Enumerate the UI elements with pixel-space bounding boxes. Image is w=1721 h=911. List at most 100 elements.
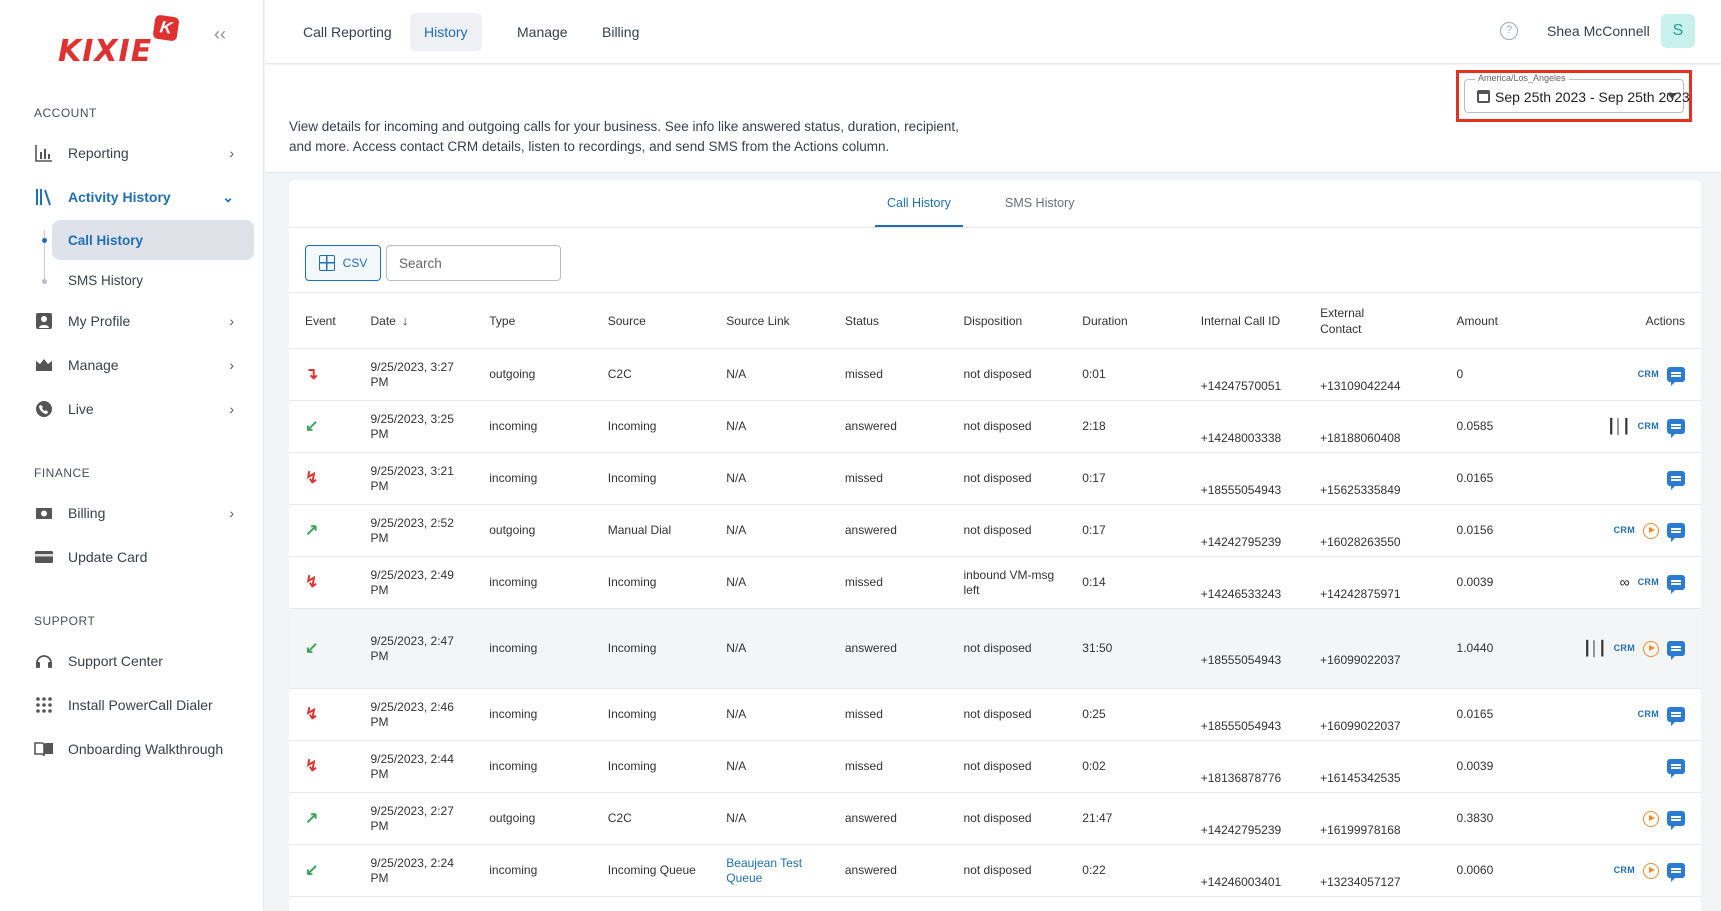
sidebar-item-install-powercall[interactable]: Install PowerCall Dialer: [34, 690, 234, 720]
search-input[interactable]: [386, 245, 561, 281]
source-link-cell: N/A: [710, 608, 829, 689]
send-sms-icon[interactable]: [1667, 759, 1685, 779]
send-sms-icon[interactable]: [1667, 575, 1685, 595]
play-recording-icon[interactable]: [1643, 862, 1659, 879]
internal-cell: +14247570051: [1184, 348, 1305, 401]
sidebar-item-billing[interactable]: Billing ›: [34, 498, 234, 528]
crm-button[interactable]: CRM: [1638, 367, 1659, 382]
send-sms-icon[interactable]: [1667, 641, 1685, 660]
table-row[interactable]: ↯ 9/25/2023, 3:21 PM incoming Incoming N/A mi…: [289, 452, 1701, 505]
sidebar-item-update-card[interactable]: Update Card: [34, 542, 234, 572]
disposition-cell: not disposed: [947, 844, 1067, 897]
send-sms-icon[interactable]: [1667, 419, 1685, 439]
crm-button[interactable]: CRM: [1614, 523, 1635, 538]
sidebar-item-manage[interactable]: Manage ›: [34, 350, 234, 380]
actions-cell: CRM: [1558, 688, 1701, 741]
tab-billing[interactable]: Billing: [588, 13, 653, 51]
col-date[interactable]: Date ↓: [354, 292, 474, 349]
amount-cell: 1.0440: [1440, 608, 1559, 689]
sidebar-item-reporting[interactable]: Reporting ›: [34, 138, 234, 168]
sidebar-item-live[interactable]: Live ›: [34, 394, 234, 424]
tab-history[interactable]: History: [410, 13, 482, 51]
source-link-cell[interactable]: Beaujean Test Queue: [710, 844, 829, 897]
sidebar-item-my-profile[interactable]: My Profile ›: [34, 306, 234, 336]
live-phone-icon: [34, 399, 54, 419]
table-row[interactable]: ↗ 9/25/2023, 2:52 PM outgoing Manual Dial N/…: [289, 504, 1701, 557]
external-cell: +18188060408: [1304, 400, 1441, 453]
table-row[interactable]: ↗ 9/25/2023, 2:27 PM outgoing C2C N/A answere…: [289, 792, 1701, 845]
sidebar-item-activity-history[interactable]: Activity History ⌄: [34, 182, 234, 212]
crm-button[interactable]: CRM: [1638, 575, 1659, 590]
play-recording-icon[interactable]: [1643, 522, 1659, 539]
col-duration[interactable]: Duration: [1066, 292, 1185, 349]
audio-waveform-icon[interactable]: ┃│┃: [1583, 641, 1607, 656]
play-recording-icon[interactable]: [1643, 640, 1659, 657]
col-type[interactable]: Type: [473, 292, 592, 349]
subtab-sms-history[interactable]: SMS History: [1005, 196, 1074, 210]
voicemail-icon[interactable]: ∞: [1620, 575, 1630, 590]
col-source[interactable]: Source: [591, 292, 711, 349]
table-row[interactable]: ↙ 9/25/2023, 2:24 PM incoming Incoming Queu…: [289, 844, 1701, 897]
tab-manage[interactable]: Manage: [503, 13, 582, 51]
table-row[interactable]: ↴ 9/25/2023, 3:27 PM outgoing C2C N/A missed n…: [289, 348, 1701, 401]
sidebar-item-onboarding[interactable]: Onboarding Walkthrough: [34, 734, 234, 764]
col-date-label: Date: [370, 313, 396, 328]
col-source-link[interactable]: Source Link: [710, 292, 829, 349]
credit-card-icon: [34, 547, 54, 567]
sidebar-item-call-history[interactable]: Call History: [52, 220, 254, 260]
send-sms-icon[interactable]: [1667, 707, 1685, 727]
send-sms-icon[interactable]: [1667, 863, 1685, 882]
sort-arrow-down-icon[interactable]: ↓: [402, 313, 409, 328]
incoming-call-icon: ↙: [305, 861, 319, 879]
collapse-sidebar-icon[interactable]: ‹‹: [208, 22, 232, 46]
crm-button[interactable]: CRM: [1614, 863, 1635, 878]
duration-cell: 0:17: [1066, 504, 1185, 557]
sidebar-item-support-center[interactable]: Support Center: [34, 646, 234, 676]
avatar[interactable]: S: [1661, 14, 1695, 48]
user-name[interactable]: Shea McConnell: [1547, 23, 1650, 39]
col-status[interactable]: Status: [828, 292, 948, 349]
status-cell: answered: [828, 792, 948, 845]
kixie-logo[interactable]: KIXIE K: [58, 14, 180, 69]
book-open-icon: [34, 739, 54, 759]
table-row[interactable]: ↯ 9/25/2023, 2:49 PM incoming Incoming N/A mi…: [289, 556, 1701, 609]
table-row[interactable]: ↙ 9/25/2023, 2:47 PM incoming Incoming N/A an…: [289, 608, 1701, 689]
date-range-picker[interactable]: America/Los_Angeles Sep 25th 2023 - Sep …: [1464, 73, 1690, 113]
duration-cell: 21:47: [1066, 792, 1185, 845]
send-sms-icon[interactable]: [1667, 471, 1685, 491]
grid-dots-icon: [34, 695, 54, 715]
status-cell: answered: [828, 400, 948, 453]
source-cell: Incoming: [591, 400, 711, 453]
chevron-right-icon: ›: [229, 145, 234, 161]
crm-button[interactable]: CRM: [1638, 419, 1659, 434]
table-row[interactable]: ↯ 9/25/2023, 2:44 PM incoming Incoming N/A mi…: [289, 740, 1701, 793]
event-cell: ↙: [289, 400, 355, 453]
col-disposition[interactable]: Disposition: [947, 292, 1067, 349]
csv-export-button[interactable]: CSV: [305, 245, 381, 281]
col-event[interactable]: Event: [289, 292, 355, 349]
subtab-call-history[interactable]: Call History: [887, 196, 951, 210]
table-row[interactable]: ↯ 9/25/2023, 2:46 PM incoming Incoming N/A mi…: [289, 688, 1701, 741]
sidebar-item-sms-history[interactable]: SMS History: [52, 260, 254, 300]
event-cell: ↗: [289, 792, 355, 845]
send-sms-icon[interactable]: [1667, 367, 1685, 387]
help-icon[interactable]: ?: [1500, 22, 1518, 40]
table-row[interactable]: ↙ 9/25/2023, 3:25 PM incoming Incoming N/A an…: [289, 400, 1701, 453]
crm-button[interactable]: CRM: [1638, 707, 1659, 722]
date-cell: 9/25/2023, 2:49 PM: [354, 556, 474, 609]
missed-incoming-icon: ↯: [305, 573, 319, 591]
col-internal-call-id[interactable]: Internal Call ID: [1184, 292, 1305, 349]
send-sms-icon[interactable]: [1667, 811, 1685, 830]
amount-cell: 0.0039: [1440, 556, 1559, 609]
disposition-cell: not disposed: [947, 400, 1067, 453]
crm-button[interactable]: CRM: [1614, 641, 1635, 656]
send-sms-icon[interactable]: [1667, 523, 1685, 542]
external-cell: +16145342535: [1304, 740, 1441, 793]
tab-call-reporting[interactable]: Call Reporting: [289, 13, 406, 51]
amount-cell: 0.0156: [1440, 504, 1559, 557]
sidebar: KIXIE K ‹‹ ACCOUNT Reporting › Activity …: [0, 0, 264, 911]
play-recording-icon[interactable]: [1643, 810, 1659, 827]
audio-waveform-icon[interactable]: ┃│┃: [1607, 419, 1631, 434]
col-external-contact[interactable]: External Contact: [1304, 292, 1441, 349]
col-amount[interactable]: Amount: [1440, 292, 1559, 349]
